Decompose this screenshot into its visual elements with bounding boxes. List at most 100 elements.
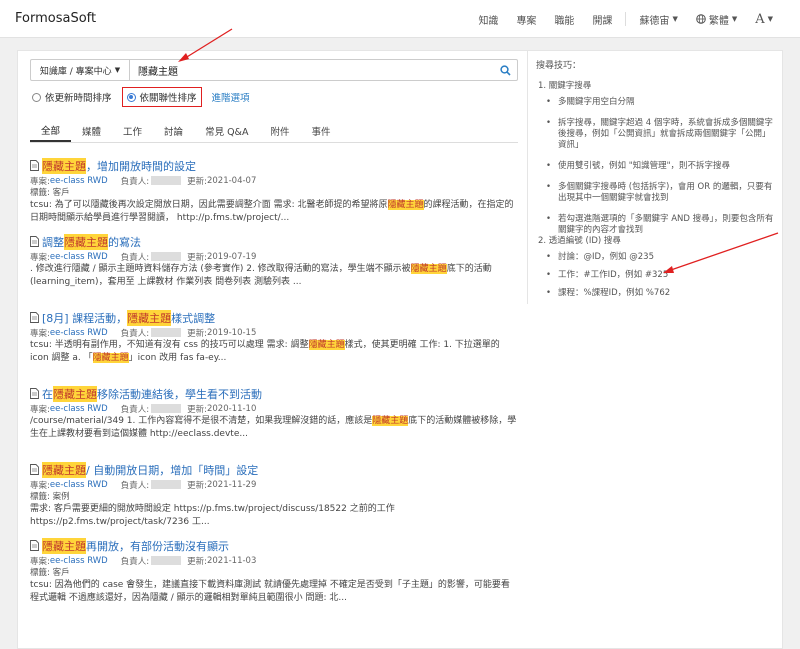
result-meta: 專案: ee-class RWD 負責人: 更新: 2019-07-19 [30,250,518,263]
tip-item: 使用雙引號，例如 "知識管理"，則不拆字搜尋 [546,161,774,172]
tips-keyword-list: 多關鍵字用空白分隔 拆字搜尋，關鍵字超過 4 個字時，系統會拆成多個關鍵字後搜尋… [546,97,774,242]
project-link[interactable]: ee-class RWD [50,252,108,262]
owner-avatar-redacted [151,556,182,565]
updated-date: 2019-07-19 [206,251,257,262]
result-tags: 標籤: 客戶 [30,188,70,198]
user-name: 蘇德宙 [639,15,670,27]
tab-events[interactable]: 事件 [300,119,341,142]
nav-jobs[interactable]: 職能 [545,12,583,27]
result-item: [8月] 課程活動， 隱藏主題 樣式調整 專案: ee-class RWD 負責人: 更新:… [30,309,518,386]
snippet-highlight: 隱藏主題 [387,200,424,210]
tab-all[interactable]: 全部 [30,119,72,142]
tip-item: 拆字搜尋，關鍵字超過 4 個字時，系統會拆成多個關鍵字後搜尋，例如「公開資訊」就… [546,118,774,151]
snippet-text: tcsu: 因為他們的 case 會發生，建議直接下載資料庫測試 就請優先處理掉… [30,580,510,603]
result-title-highlight: 隱藏主題 [42,157,86,174]
tab-faq[interactable]: 常見 Q&A [194,119,259,142]
nav-knowledge[interactable]: 知識 [469,12,507,27]
updated-label: 更新: [187,404,207,415]
result-title-highlight: 隱藏主題 [53,385,97,402]
brand-logo[interactable]: FormosaSoft [15,11,96,26]
tab-tasks[interactable]: 工作 [112,119,153,142]
search-tips-sidebar: 搜尋技巧： 1. 關鍵字搜尋 多關鍵字用空白分隔 拆字搜尋，關鍵字超過 4 個字… [527,51,783,304]
font-size-menu[interactable]: A ▼ [746,12,782,27]
tip-item: 工作：#工作ID，例如 #325 [546,270,774,281]
tip-item: 若勾選進階選項的「多關鍵字 AND 搜尋」，則要包含所有關鍵字的內容才會找到 [546,214,774,236]
snippet-text: . 修改進行隱藏 / 顯示主題時資料儲存方法 (參考實作) 2. 修改取得活動的… [30,264,411,274]
project-link[interactable]: ee-class RWD [50,404,108,414]
sort-by-relevance-radio[interactable]: 依關聯性排序 [121,87,202,107]
snippet-highlight: 隱藏主題 [92,352,129,363]
snippet-text: 」icon 改用 fas fa-ey... [128,352,227,363]
result-item: 隱藏主題 再開放，有部份活動沒有顯示 專案: ee-class RWD 負責人: 更新: 2… [30,537,518,614]
search-icon [499,64,511,76]
tips-section-keyword: 1. 關鍵字搜尋 [538,81,592,91]
updated-label: 更新: [187,480,207,491]
snippet-text: 需求: 客戶需要更細的開放時間設定 https://p.fms.tw/proje… [30,504,395,527]
project-link[interactable]: ee-class RWD [50,556,108,566]
nav-projects[interactable]: 專案 [507,12,545,27]
search-scope-dropdown[interactable]: 知識庫 / 專案中心 ▼ [31,60,130,80]
sort-by-time-radio[interactable]: 依更新時間排序 [32,87,112,107]
owner-avatar-redacted [151,252,182,261]
caret-down-icon: ▼ [731,15,738,23]
result-title-highlight: 隱藏主題 [127,309,172,326]
results-list: 隱藏主題 ，增加開放時間的設定 專案: ee-class RWD 負責人: 更新: 2021… [30,157,518,614]
search-query-text: 隱藏主題 [138,66,178,78]
snippet-text: /course/material/349 1. 工作內容寫得不是很不清楚，如果我… [30,416,373,426]
project-link[interactable]: ee-class RWD [50,328,108,338]
radio-checked-icon [126,92,136,102]
result-title-link[interactable]: 隱藏主題 再開放，有部份活動沒有顯示 [30,537,518,554]
owner-avatar-redacted [151,480,182,489]
top-navbar: FormosaSoft 知識 專案 職能 開課 蘇德宙 ▼ 繁體 ▼ A ▼ [0,0,800,38]
project-link[interactable]: ee-class RWD [50,176,108,186]
result-title-link[interactable]: 調整 隱藏主題 的寫法 [30,233,518,250]
result-title-text: 在 [42,387,53,401]
result-title-link[interactable]: 在隱藏主題 移除活動連結後，學生看不到活動 [30,385,518,402]
updated-date: 2019-10-15 [206,327,257,338]
tab-discussions[interactable]: 討論 [153,119,194,142]
result-item: 調整 隱藏主題 的寫法 專案: ee-class RWD 負責人: 更新: 2019-07-1… [30,233,518,310]
snippet-highlight: 隱藏主題 [372,416,409,426]
project-link[interactable]: ee-class RWD [50,480,108,490]
result-meta: 專案: ee-class RWD 負責人: 更新: 2021-11-03 [30,554,518,567]
updated-label: 更新: [187,176,207,187]
radio-unchecked-icon [32,92,41,102]
result-type-tabs: 全部 媒體 工作 討論 常見 Q&A 附件 事件 [30,119,518,143]
result-snippet: tcsu: 因為他們的 case 會發生，建議直接下載資料庫測試 就請優先處理掉… [30,579,518,604]
snippet-text: tcsu: 半透明有副作用，不知道有沒有 css 的技巧可以處理 需求: 調整 [30,340,309,350]
sort-by-relevance-label: 依關聯性排序 [139,93,197,104]
tips-heading: 搜尋技巧： [536,61,582,71]
tip-item: 課程：%課程ID，例如 %762 [546,288,774,299]
tip-item: 多個關鍵字搜尋時 (包括拆字)，會用 OR 的邏輯，只要有出現其中一個關鍵字就會… [546,182,774,204]
result-title-highlight: 隱藏主題 [42,537,86,554]
result-title-text: 樣式調整 [171,311,216,325]
search-button[interactable] [493,60,517,80]
project-label: 專案: [30,556,50,567]
owner-avatar-redacted [151,328,182,337]
updated-label: 更新: [187,556,207,567]
user-menu[interactable]: 蘇德宙 ▼ [630,12,686,27]
result-snippet: 需求: 客戶需要更細的開放時間設定 https://p.fms.tw/proje… [30,503,518,528]
advanced-options-link[interactable]: 進階選項 [212,90,250,104]
result-item: 在隱藏主題 移除活動連結後，學生看不到活動 專案: ee-class RWD 負責人: 更… [30,385,518,462]
result-item: 隱藏主題 / 自動開放日期，增加「時間」設定專案: ee-class RWD 負責人… [30,461,518,538]
tab-media[interactable]: 媒體 [71,119,112,142]
result-title-text: ，增加開放時間的設定 [86,159,196,173]
search-input[interactable]: 隱藏主題 [130,60,493,80]
result-title-text: 再開放，有部份活動沒有顯示 [86,539,229,553]
owner-label: 負責人: [120,480,150,491]
font-size-label: A [755,11,765,27]
result-title-link[interactable]: 隱藏主題 / 自動開放日期，增加「時間」設定 [30,461,518,478]
result-title-link[interactable]: [8月] 課程活動， 隱藏主題 樣式調整 [30,309,518,326]
result-title-link[interactable]: 隱藏主題 ，增加開放時間的設定 [30,157,518,174]
nav-divider [625,12,627,26]
nav-courses[interactable]: 開課 [583,12,621,27]
project-label: 專案: [30,480,50,491]
owner-label: 負責人: [120,404,150,415]
result-item: 隱藏主題 ，增加開放時間的設定 專案: ee-class RWD 負責人: 更新: 2021… [30,157,518,234]
project-label: 專案: [30,176,50,187]
tab-attachments[interactable]: 附件 [259,119,300,142]
result-tags: 標籤: 案例 [30,492,70,502]
language-menu[interactable]: 繁體 ▼ [687,12,746,27]
updated-label: 更新: [187,252,207,263]
